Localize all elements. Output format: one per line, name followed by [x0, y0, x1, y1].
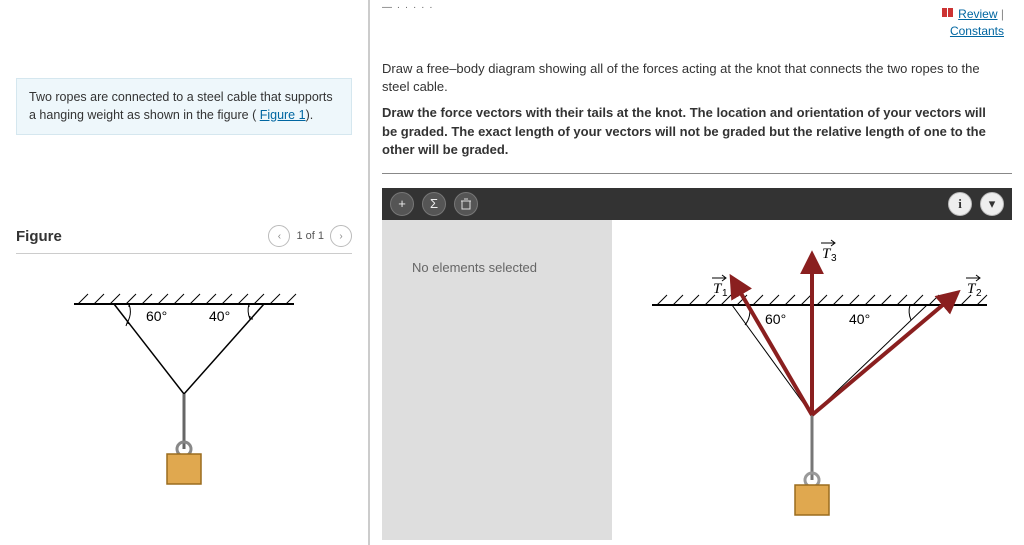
section-divider — [382, 173, 1012, 174]
figure-header: Figure ‹ 1 of 1 › — [16, 225, 352, 254]
pager-next-button[interactable]: › — [330, 225, 352, 247]
review-link[interactable]: Review — [958, 7, 997, 21]
selection-status-panel: No elements selected — [382, 220, 612, 540]
label-t1: T1 — [712, 275, 728, 299]
workspace-toolbar: + Σ i ▾ — [382, 188, 1012, 220]
reference-figure: 60° 40° — [54, 274, 314, 494]
trash-icon — [460, 198, 472, 210]
vector-t2[interactable] — [812, 293, 957, 415]
canvas-angle-right: 40° — [849, 311, 870, 327]
vector-t1[interactable] — [732, 278, 812, 415]
instruction-line1: Draw a free–body diagram showing all of … — [382, 60, 992, 96]
canvas-angle-left: 60° — [765, 311, 786, 327]
figure-pager: ‹ 1 of 1 › — [268, 225, 352, 247]
add-vector-button[interactable]: + — [390, 192, 414, 216]
angle-right-label: 40° — [209, 308, 230, 324]
problem-statement-box: Two ropes are connected to a steel cable… — [16, 78, 352, 135]
delete-button[interactable] — [454, 192, 478, 216]
label-t2: T2 — [966, 275, 982, 299]
chevron-down-icon: ▾ — [989, 196, 996, 212]
fbd-diagram: 60° 40° — [612, 220, 1012, 540]
selection-status-text: No elements selected — [412, 260, 596, 275]
drawing-workspace: + Σ i ▾ No elements selected — [382, 188, 1012, 540]
canvas-area: No elements selected — [382, 220, 1012, 540]
figure-title: Figure — [16, 228, 62, 245]
sigma-button[interactable]: Σ — [422, 192, 446, 216]
pager-label: 1 of 1 — [296, 230, 324, 242]
instructions: Draw a free–body diagram showing all of … — [382, 60, 1012, 159]
figure-link[interactable]: Figure 1 — [260, 108, 306, 122]
svg-text:2: 2 — [976, 288, 982, 299]
constants-link[interactable]: Constants — [950, 24, 1004, 38]
info-button[interactable]: i — [948, 192, 972, 216]
svg-text:1: 1 — [722, 288, 728, 299]
pager-prev-button[interactable]: ‹ — [268, 225, 290, 247]
label-t3: T3 — [821, 240, 837, 264]
flag-icon[interactable] — [942, 6, 954, 23]
top-links: Review | Constants — [942, 6, 1004, 40]
instruction-line2: Draw the force vectors with their tails … — [382, 104, 992, 159]
drawing-canvas[interactable]: 60° 40° — [612, 220, 1012, 540]
angle-left-label: 60° — [146, 308, 167, 324]
dropdown-button[interactable]: ▾ — [980, 192, 1004, 216]
figure-area: 60° 40° — [16, 274, 352, 494]
svg-text:3: 3 — [831, 253, 837, 264]
problem-text-suffix: ). — [306, 108, 314, 122]
drag-handle-icon: — · · · · · — [382, 2, 434, 13]
